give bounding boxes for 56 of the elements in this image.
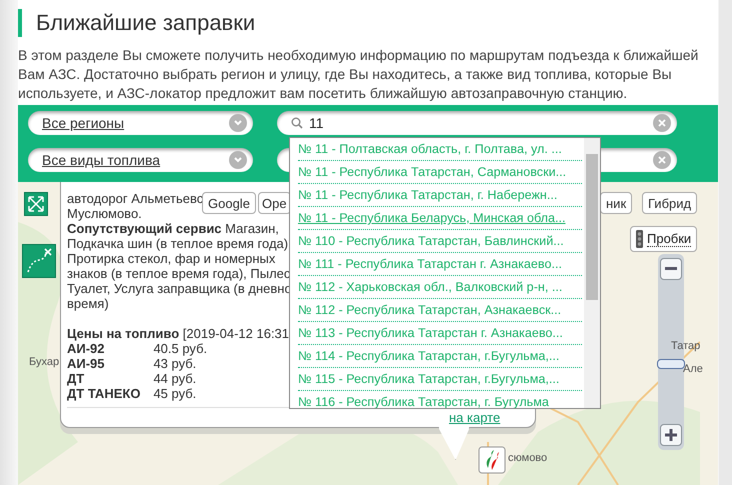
map-type-button[interactable]: ник: [600, 192, 632, 214]
suggestion-item[interactable]: № 112 - Харьковская обл., Валковский р-н, ...: [298, 276, 582, 299]
suggestion-item[interactable]: № 115 - Республика Татарстан, г.Бугульма,...: [298, 368, 582, 391]
search-field[interactable]: 11: [277, 111, 677, 135]
map-link[interactable]: на карте: [449, 410, 500, 425]
route-icon[interactable]: [22, 244, 56, 278]
place-label: сюмово: [508, 452, 548, 464]
traffic-light-icon: [636, 230, 643, 248]
fuel-price: 40.5 руб.: [153, 341, 208, 356]
fuel-price: 44 руб.: [153, 371, 198, 386]
fuel-name: ДТ: [67, 371, 86, 386]
popup-text: Протирка стекол, фар и номерных: [67, 251, 276, 266]
suggestion-item[interactable]: № 110 - Республика Татарстан, Бавлинский...: [298, 230, 582, 253]
map-type-button[interactable]: Google: [202, 192, 256, 214]
page-title: Ближайшие заправки: [36, 10, 256, 36]
chevron-down-icon: [229, 151, 247, 169]
popup-text: Сопутствующий сервис Магазин,: [67, 221, 279, 236]
suggestion-item[interactable]: № 11 - Республика Беларусь, Минская обла...: [298, 207, 582, 230]
suggestion-item[interactable]: № 112 - Республика Татарстан, Азнакаевск...: [298, 299, 582, 322]
prices-title: Цены на топливо [2019-04-12 16:31: [67, 326, 290, 341]
search-icon: [291, 117, 303, 129]
popup-text: автодорог Альметьевс: [67, 191, 204, 206]
suggestion-item[interactable]: № 114 - Республика Татарстан, г.Бугульма,...: [298, 345, 582, 368]
suggestion-item[interactable]: № 11 - Республика Татарстан, г. Набережн...: [298, 184, 582, 207]
fuel-price: 45 руб.: [153, 386, 198, 401]
fuel-name: ДТ ТАНЕКО: [67, 386, 140, 401]
map-type-button[interactable]: Оре: [258, 192, 291, 214]
place-label: Татар: [671, 340, 700, 352]
fuel-select[interactable]: Все виды топлива: [28, 148, 253, 172]
fuel-name: АИ-95: [67, 356, 106, 371]
suggestion-item[interactable]: № 11 - Полтавская область, г. Полтава, ул. ...: [298, 138, 582, 161]
popup-text: Муслюмово.: [67, 206, 142, 221]
traffic-button[interactable]: Пробки: [630, 226, 698, 252]
fuel-name: АИ-92: [67, 341, 106, 356]
popup-text: знаков (в теплое время года), Пылес: [67, 266, 290, 281]
place-label: Але: [683, 363, 703, 375]
suggestion-item[interactable]: № 113 - Республика Татарстан г. Азнакаево...: [298, 322, 582, 345]
fullscreen-icon[interactable]: [24, 192, 48, 216]
chevron-down-icon: [229, 114, 247, 132]
popup-text: время): [67, 296, 109, 311]
region-select[interactable]: Все регионы: [28, 111, 253, 135]
place-label: Бухар: [29, 356, 60, 368]
zoom-out-button[interactable]: [660, 258, 682, 280]
search-input[interactable]: 11: [309, 115, 647, 131]
zoom-in-button[interactable]: [660, 424, 682, 446]
fuel-station-marker-icon: [478, 446, 506, 476]
minus-icon: [665, 267, 677, 271]
fuel-price: 43 руб.: [153, 356, 198, 371]
suggestion-item[interactable]: № 111 - Республика Татарстан г. Азнакаево...: [298, 253, 582, 276]
map-type-button[interactable]: Гибрид: [642, 192, 698, 214]
intro-text: В этом разделе Вы сможете получить необходимую информацию по маршрутам подъезда к ближайшей Вам АЗС. Достаточно выбрать регион и улицу, где Вы находитесь, а также вид топлива, которые Вы используете, и АЗС-локатор предложит вам посетить ближайшую автозаправочную станцию.: [18, 46, 700, 103]
plus-icon: [665, 429, 677, 441]
popup-text: Подкачка шин (в теплое время года): [67, 236, 288, 251]
scrollbar[interactable]: [584, 138, 600, 408]
zoom-thumb[interactable]: [657, 358, 685, 369]
suggestion-item[interactable]: № 11 - Республика Татарстан, Сармановски...: [298, 161, 582, 184]
